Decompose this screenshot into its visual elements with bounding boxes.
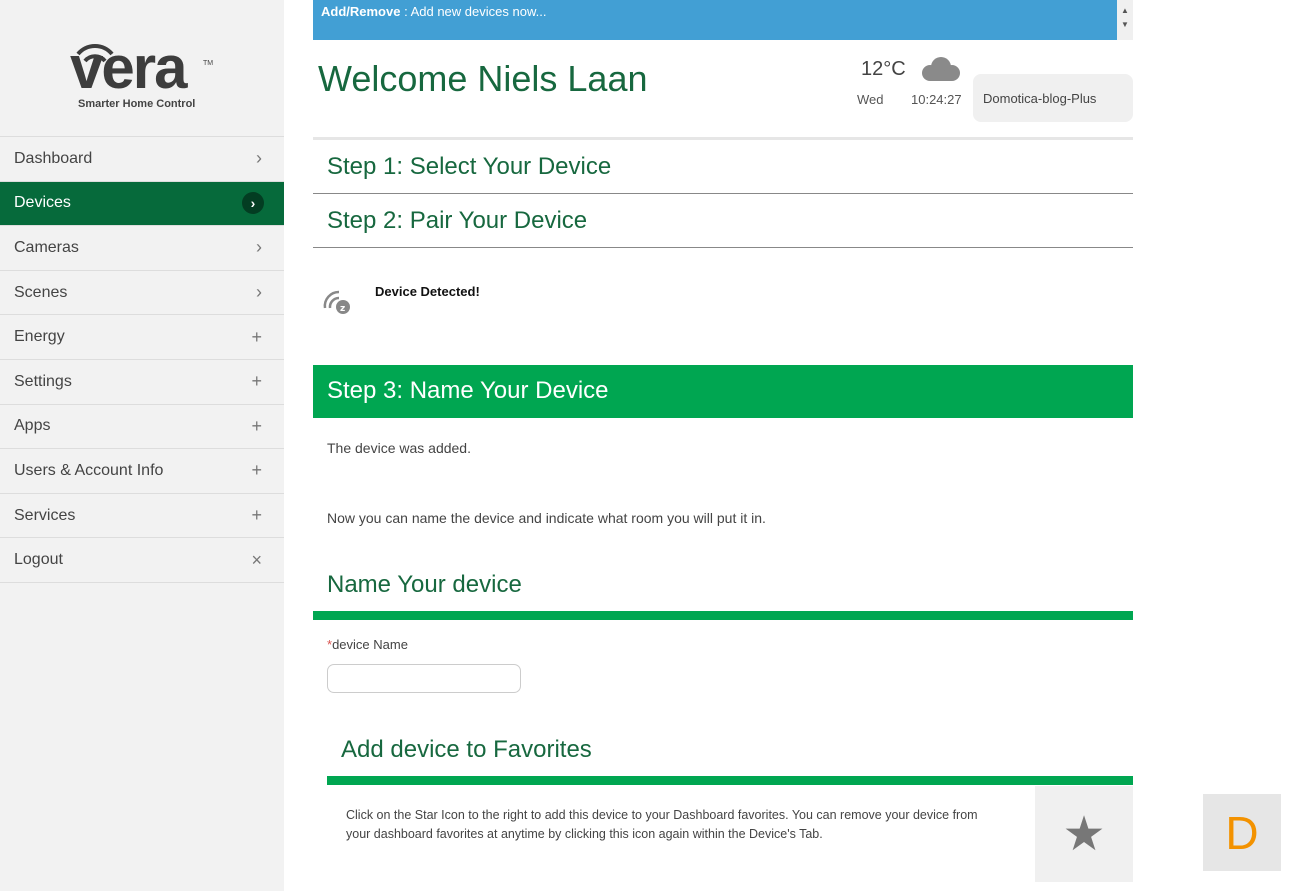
sidebar-item-services[interactable]: Services + (0, 494, 284, 539)
plus-icon: + (251, 371, 262, 392)
sidebar-item-users-account-info[interactable]: Users & Account Info + (0, 449, 284, 494)
sidebar-item-cameras[interactable]: Cameras › (0, 226, 284, 271)
favorite-star-button[interactable]: ★ (1035, 786, 1133, 882)
sidebar-item-label: Cameras (14, 238, 79, 256)
instruction-text: Now you can name the device and indicate… (327, 510, 766, 526)
step-3-header[interactable]: Step 3: Name Your Device (313, 365, 1133, 418)
d-widget[interactable]: D (1203, 794, 1281, 871)
sidebar-item-label: Scenes (14, 283, 68, 301)
page-title: Welcome Niels Laan (318, 58, 648, 99)
sidebar-item-devices[interactable]: Devices › (0, 181, 284, 227)
sidebar-item-apps[interactable]: Apps + (0, 405, 284, 450)
sidebar-item-label: Users & Account Info (14, 461, 164, 479)
temperature: 12°C (861, 58, 906, 80)
zwave-signal-icon: z (323, 290, 350, 314)
green-divider (327, 776, 1133, 785)
divider (313, 137, 1133, 140)
chevron-right-icon: › (256, 237, 262, 258)
device-name-input[interactable] (327, 664, 521, 693)
clock: 10:24:27 (911, 92, 962, 107)
sidebar-item-label: Apps (14, 417, 51, 435)
plus-icon: + (251, 415, 262, 436)
sidebar-item-label: Services (14, 506, 76, 524)
sidebar-item-label: Energy (14, 328, 65, 346)
add-remove-banner[interactable]: Add/Remove : Add new devices now... ▲ ▼ (313, 0, 1133, 40)
plus-icon: + (251, 326, 262, 347)
main-content: Add/Remove : Add new devices now... ▲ ▼ W… (313, 0, 1133, 882)
sidebar-item-label: Logout (14, 551, 63, 569)
sidebar-item-label: Settings (14, 372, 72, 390)
sidebar-item-energy[interactable]: Energy + (0, 315, 284, 360)
name-device-heading: Name Your device (327, 571, 522, 598)
plus-icon: + (251, 460, 262, 481)
chevron-right-icon: › (256, 148, 262, 169)
sidebar-item-logout[interactable]: Logout × (0, 538, 284, 583)
sidebar-item-label: Dashboard (14, 149, 93, 167)
sidebar-item-settings[interactable]: Settings + (0, 360, 284, 405)
added-message: The device was added. (327, 440, 471, 456)
banner-scrollbar[interactable]: ▲ ▼ (1117, 0, 1133, 40)
close-icon: × (251, 549, 262, 570)
svg-text:z: z (340, 304, 345, 314)
chevron-right-icon: › (242, 192, 264, 215)
favorites-text: Click on the Star Icon to the right to a… (346, 808, 978, 841)
green-divider (313, 611, 1133, 620)
account-selector[interactable]: Domotica-blog-Plus (973, 74, 1133, 122)
device-detected-text: Device Detected! (375, 284, 480, 299)
device-name-label: device Name (332, 637, 408, 652)
sidebar-item-scenes[interactable]: Scenes › (0, 271, 284, 316)
plus-icon: + (251, 505, 262, 526)
divider (313, 247, 1133, 248)
sidebar-item-dashboard[interactable]: Dashboard › (0, 137, 284, 182)
step-2-header[interactable]: Step 2: Pair Your Device (313, 207, 1133, 235)
sidebar: vera TM Smarter Home Control Dashboard › D… (0, 0, 284, 891)
star-icon: ★ (1062, 808, 1106, 861)
chevron-right-icon: › (256, 282, 262, 303)
divider (313, 193, 1133, 194)
vera-logo: vera TM Smarter Home Control (0, 0, 284, 137)
sidebar-item-label: Devices (14, 194, 71, 212)
step-1-header[interactable]: Step 1: Select Your Device (313, 153, 1133, 181)
day: Wed (857, 92, 884, 107)
favorites-heading: Add device to Favorites (341, 736, 592, 763)
cloud-icon (922, 57, 960, 81)
